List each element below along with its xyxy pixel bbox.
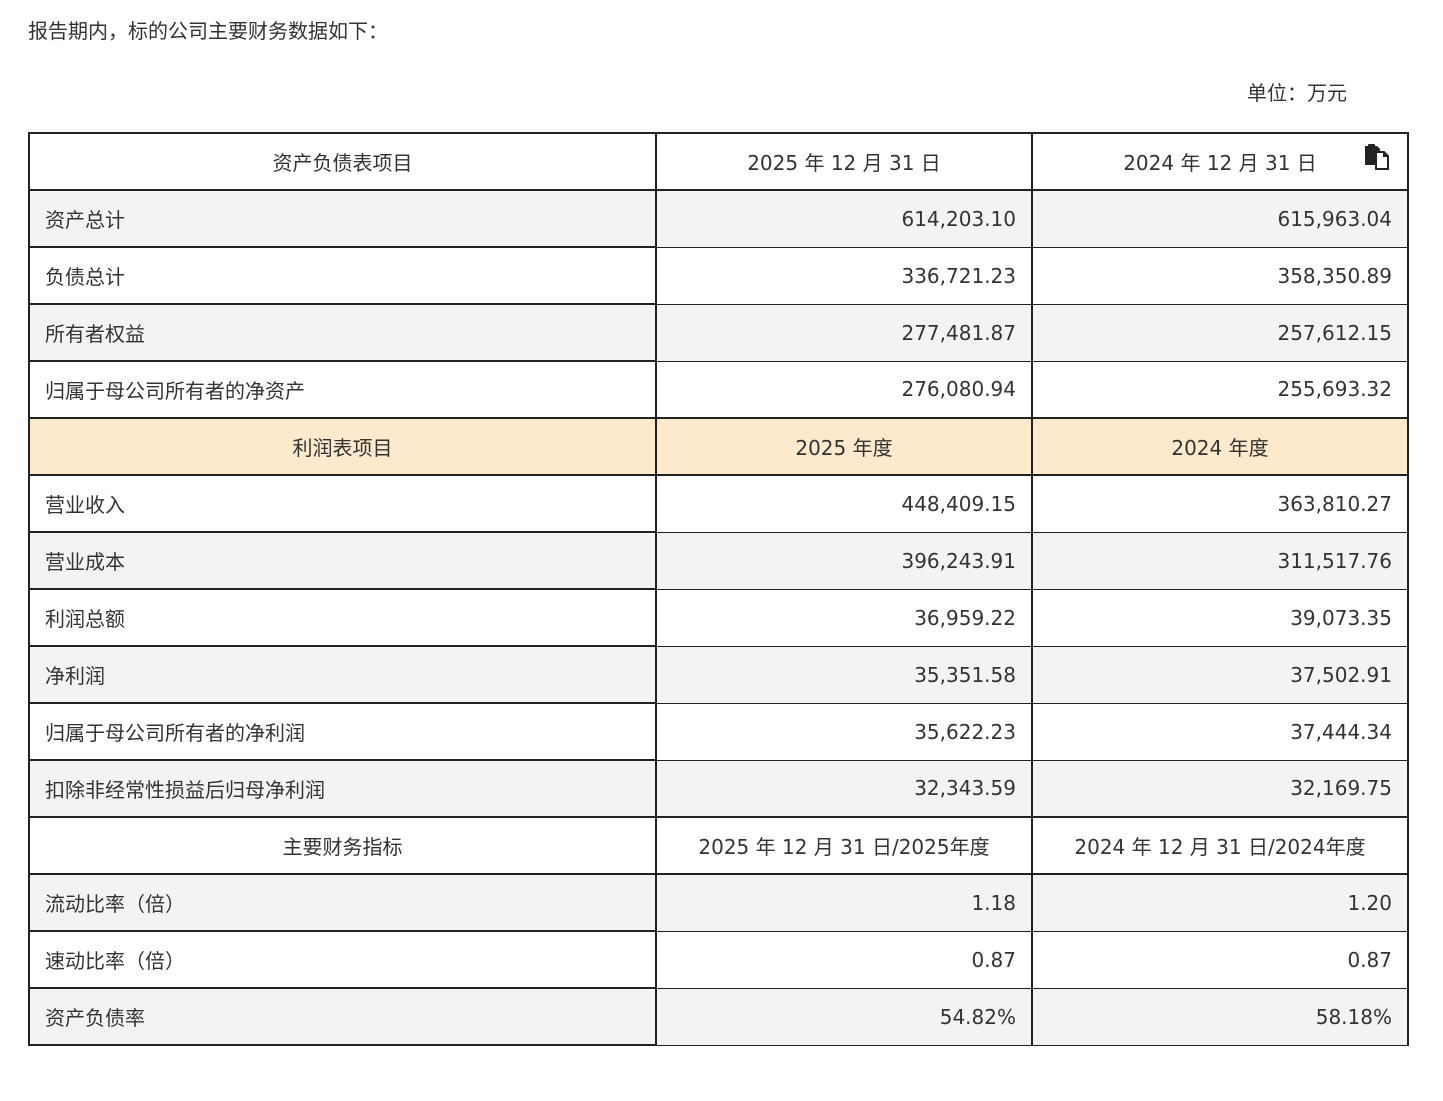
- table-row: 流动比率（倍） 1.18 1.20: [28, 873, 1409, 932]
- value-2024: 358,350.89: [1031, 246, 1409, 305]
- value-2025: 35,351.58: [655, 645, 1033, 704]
- unit-label: 单位：万元: [1247, 81, 1347, 105]
- financial-data-table: 资产负债表项目 2025 年 12 月 31 日 2024 年 12 月 31 …: [28, 132, 1409, 1046]
- value-2025: 396,243.91: [655, 531, 1033, 590]
- value-2025: 1.18: [655, 873, 1033, 932]
- balance-sheet-header-row: 资产负债表项目 2025 年 12 月 31 日 2024 年 12 月 31 …: [28, 132, 1409, 191]
- row-label: 流动比率（倍）: [28, 873, 657, 932]
- value-2025: 36,959.22: [655, 588, 1033, 647]
- value-2024: 37,444.34: [1031, 702, 1409, 761]
- value-2024: 1.20: [1031, 873, 1409, 932]
- header-cell: 利润表项目: [28, 417, 657, 476]
- row-label: 资产负债率: [28, 987, 657, 1046]
- income-statement-header-row: 利润表项目 2025 年度 2024 年度: [28, 417, 1409, 476]
- row-label: 利润总额: [28, 588, 657, 647]
- row-label: 扣除非经常性损益后归母净利润: [28, 759, 657, 818]
- value-2025: 336,721.23: [655, 246, 1033, 305]
- value-2024: 39,073.35: [1031, 588, 1409, 647]
- row-label: 归属于母公司所有者的净资产: [28, 360, 657, 419]
- table-row: 归属于母公司所有者的净资产 276,080.94 255,693.32: [28, 360, 1409, 419]
- table-row: 资产总计 614,203.10 615,963.04: [28, 189, 1409, 248]
- value-2024: 58.18%: [1031, 987, 1409, 1046]
- row-label: 营业成本: [28, 531, 657, 590]
- table-row: 资产负债率 54.82% 58.18%: [28, 987, 1409, 1046]
- intro-text: 报告期内，标的公司主要财务数据如下：: [28, 19, 388, 43]
- value-2024: 0.87: [1031, 930, 1409, 989]
- table-row: 速动比率（倍） 0.87 0.87: [28, 930, 1409, 989]
- header-cell: 2024 年 12 月 31 日/2024年度: [1031, 816, 1409, 875]
- value-2024: 32,169.75: [1031, 759, 1409, 818]
- value-2025: 54.82%: [655, 987, 1033, 1046]
- row-label: 净利润: [28, 645, 657, 704]
- row-label: 归属于母公司所有者的净利润: [28, 702, 657, 761]
- header-cell: 主要财务指标: [28, 816, 657, 875]
- row-label: 速动比率（倍）: [28, 930, 657, 989]
- table-row: 利润总额 36,959.22 39,073.35: [28, 588, 1409, 647]
- table-row: 营业收入 448,409.15 363,810.27: [28, 474, 1409, 533]
- value-2024: 257,612.15: [1031, 303, 1409, 362]
- value-2025: 448,409.15: [655, 474, 1033, 533]
- value-2024: 255,693.32: [1031, 360, 1409, 419]
- row-label: 资产总计: [28, 189, 657, 248]
- value-2024: 37,502.91: [1031, 645, 1409, 704]
- table-row: 营业成本 396,243.91 311,517.76: [28, 531, 1409, 590]
- table-row: 扣除非经常性损益后归母净利润 32,343.59 32,169.75: [28, 759, 1409, 818]
- value-2024: 615,963.04: [1031, 189, 1409, 248]
- value-2025: 0.87: [655, 930, 1033, 989]
- row-label: 负债总计: [28, 246, 657, 305]
- table-row: 归属于母公司所有者的净利润 35,622.23 37,444.34: [28, 702, 1409, 761]
- row-label: 所有者权益: [28, 303, 657, 362]
- header-cell: 资产负债表项目: [28, 132, 657, 191]
- value-2025: 35,622.23: [655, 702, 1033, 761]
- table-row: 负债总计 336,721.23 358,350.89: [28, 246, 1409, 305]
- value-2024: 363,810.27: [1031, 474, 1409, 533]
- table-row: 所有者权益 277,481.87 257,612.15: [28, 303, 1409, 362]
- header-cell: 2025 年 12 月 31 日/2025年度: [655, 816, 1033, 875]
- copy-icon[interactable]: [1362, 143, 1390, 171]
- value-2025: 276,080.94: [655, 360, 1033, 419]
- row-label: 营业收入: [28, 474, 657, 533]
- key-indicators-header-row: 主要财务指标 2025 年 12 月 31 日/2025年度 2024 年 12…: [28, 816, 1409, 875]
- table-row: 净利润 35,351.58 37,502.91: [28, 645, 1409, 704]
- header-cell: 2024 年 12 月 31 日: [1031, 132, 1409, 191]
- header-cell: 2025 年 12 月 31 日: [655, 132, 1033, 191]
- header-cell: 2024 年度: [1031, 417, 1409, 476]
- value-2024: 311,517.76: [1031, 531, 1409, 590]
- value-2025: 32,343.59: [655, 759, 1033, 818]
- header-cell: 2025 年度: [655, 417, 1033, 476]
- value-2025: 277,481.87: [655, 303, 1033, 362]
- value-2025: 614,203.10: [655, 189, 1033, 248]
